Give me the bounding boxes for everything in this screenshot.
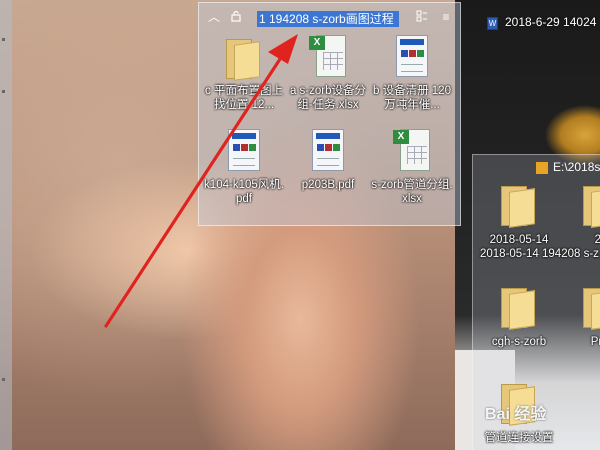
- folder-shortcut-icon: [536, 162, 548, 174]
- edge-marker: [2, 90, 5, 93]
- popup-item-excel[interactable]: X s-zorb管道分组.xlsx: [369, 127, 455, 206]
- item-label: 20: [594, 234, 600, 246]
- item-label: Proj: [590, 336, 600, 348]
- folder-icon: [226, 39, 260, 81]
- item-label: 2018-05-14 194208 s-z...: [480, 248, 600, 260]
- menu-icon[interactable]: ≡: [439, 10, 453, 24]
- word-file-icon[interactable]: W: [487, 17, 498, 30]
- desktop-item-folder[interactable]: 2018-05-14 2018-05-14 194208 s-z...: [480, 180, 600, 261]
- item-label: s-zorb管道分组.xlsx: [371, 179, 453, 205]
- document-file-icon: [228, 129, 260, 171]
- document-file-icon: [396, 35, 428, 77]
- edge-marker: [2, 38, 5, 41]
- item-label: b 设备清册 120万吨年催...: [373, 85, 451, 111]
- popup-item-pdf[interactable]: p203B.pdf: [285, 127, 371, 192]
- popup-item-pdf[interactable]: k104-k105风机.pdf: [201, 127, 287, 206]
- desktop-item-folder[interactable]: cgh-s-zorb: [480, 282, 558, 349]
- left-desktop-edge: [0, 0, 12, 450]
- folder-icon: [501, 186, 535, 228]
- popup-item-excel[interactable]: X a s-zorb设备分组-任务.xlsx: [285, 33, 371, 112]
- folder-icon: [583, 288, 600, 330]
- item-label: 2018-05-14: [489, 234, 549, 246]
- item-label: 管道连接设置: [484, 432, 554, 444]
- popup-title-field[interactable]: 1 194208 s-zorb画图过程: [257, 11, 399, 27]
- lock-icon[interactable]: [229, 10, 243, 24]
- item-label: k104-k105风机.pdf: [204, 179, 284, 205]
- excel-file-icon: X: [393, 129, 430, 171]
- secondary-popup-title[interactable]: E:\2018s: [553, 160, 600, 174]
- folder-popup[interactable]: ︿ 1 194208 s-zorb画图过程 ≡ c 平面布置图上找位置 12..…: [198, 2, 461, 226]
- popup-title-bar[interactable]: ︿ 1 194208 s-zorb画图过程 ≡: [199, 3, 462, 33]
- edge-marker: [2, 378, 5, 381]
- excel-file-icon: X: [309, 35, 346, 77]
- popup-item-folder[interactable]: c 平面布置图上找位置 12...: [201, 33, 287, 112]
- chevron-up-icon[interactable]: ︿: [207, 10, 221, 24]
- popup-item-pdf[interactable]: b 设备清册 120万吨年催...: [369, 33, 455, 112]
- item-label: cgh-s-zorb: [491, 336, 547, 348]
- document-file-icon: [312, 129, 344, 171]
- desktop-item-folder[interactable]: Proj: [562, 282, 600, 349]
- item-label: c 平面布置图上找位置 12...: [205, 85, 283, 111]
- folder-icon: [583, 186, 600, 228]
- desktop-item-folder[interactable]: 20: [562, 180, 600, 247]
- desktop-file-label[interactable]: 2018-6-29 14024: [505, 15, 596, 29]
- item-label: p203B.pdf: [301, 179, 355, 191]
- item-label: a s-zorb设备分组-任务.xlsx: [289, 85, 367, 111]
- view-grid-icon[interactable]: [415, 10, 429, 24]
- folder-icon: [501, 288, 535, 330]
- baidu-watermark: Bai 经验: [485, 406, 547, 423]
